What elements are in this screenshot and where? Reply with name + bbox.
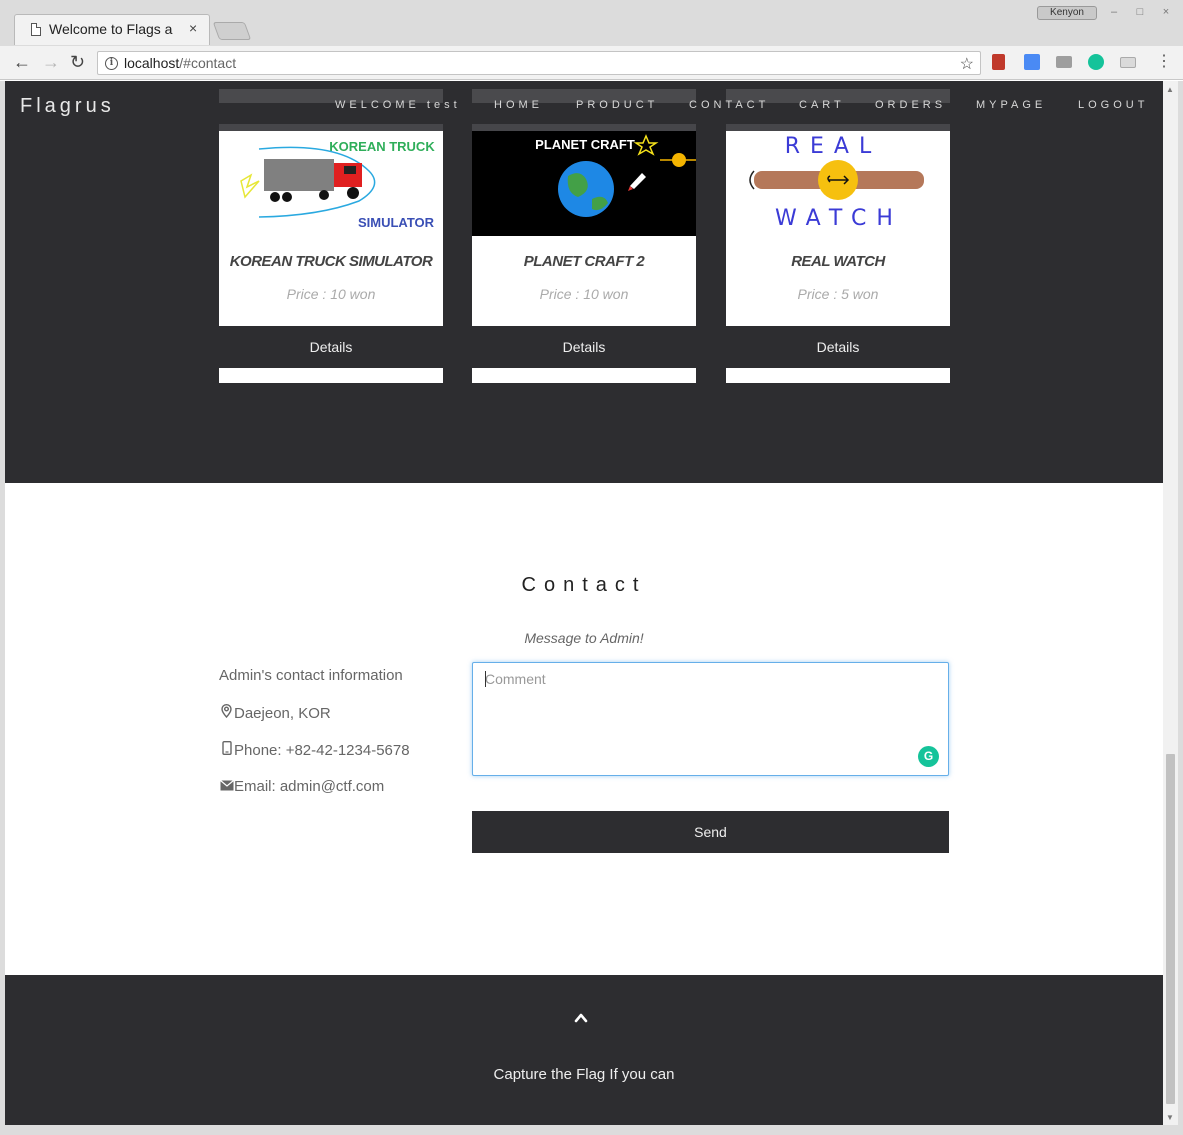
window-border bbox=[0, 1125, 1183, 1135]
brand-logo[interactable]: Flagrus bbox=[20, 95, 115, 118]
products-section: KOREAN TRUCK SIMULATOR KOREAN TRUCK SIMU… bbox=[5, 81, 1163, 483]
product-card: PLANET CRAFT PLANET CRAFT 2 Price : 10 w… bbox=[472, 89, 696, 383]
details-button[interactable]: Details bbox=[472, 326, 696, 368]
truck-image-text-bottom: SIMULATOR bbox=[358, 215, 435, 230]
product-price: Price : 10 won bbox=[286, 286, 376, 302]
document-icon bbox=[31, 23, 41, 36]
top-navbar: Flagrus WELCOME test HOME PRODUCT CONTAC… bbox=[5, 81, 1163, 129]
close-window-icon[interactable]: × bbox=[1157, 6, 1175, 20]
nav-orders[interactable]: ORDERS bbox=[875, 99, 946, 111]
chevron-up-icon[interactable] bbox=[574, 1011, 588, 1025]
product-price: Price : 5 won bbox=[797, 286, 879, 302]
watch-image-text-top: REAL bbox=[785, 134, 882, 159]
map-marker-icon bbox=[219, 703, 234, 721]
truck-image-text-top: KOREAN TRUCK bbox=[329, 139, 435, 154]
scroll-thumb[interactable] bbox=[1166, 754, 1175, 1104]
truck-product-image[interactable]: KOREAN TRUCK SIMULATOR bbox=[219, 131, 443, 236]
address-bar[interactable]: i localhost/#contact ☆ bbox=[97, 51, 981, 75]
planet-image-text: PLANET CRAFT bbox=[535, 137, 635, 152]
translate-extension-icon[interactable] bbox=[1024, 54, 1040, 70]
details-button[interactable]: Details bbox=[726, 326, 950, 368]
cast-extension-icon[interactable] bbox=[1120, 57, 1136, 68]
minimize-icon[interactable]: – bbox=[1105, 6, 1123, 20]
reload-icon[interactable]: ↻ bbox=[70, 52, 85, 72]
product-title: KOREAN TRUCK SIMULATOR bbox=[229, 253, 433, 270]
nav-logout[interactable]: LOGOUT bbox=[1078, 99, 1148, 111]
browser-menu-icon[interactable]: ⋮ bbox=[1156, 52, 1172, 72]
scroll-up-arrow-icon[interactable]: ▲ bbox=[1166, 85, 1174, 94]
watch-product-image[interactable]: REAL WATCH bbox=[726, 131, 950, 236]
nav-product[interactable]: PRODUCT bbox=[576, 99, 658, 111]
nav-cart[interactable]: CART bbox=[799, 99, 845, 111]
info-icon[interactable]: i bbox=[105, 57, 118, 70]
bookmark-extension-icon[interactable] bbox=[992, 54, 1005, 70]
contact-heading: Contact bbox=[521, 574, 647, 596]
page-footer: Capture the Flag If you can bbox=[5, 975, 1163, 1125]
location-line: Daejeon, KOR bbox=[219, 703, 331, 722]
tab-title: Welcome to Flags a bbox=[49, 21, 173, 37]
product-card: KOREAN TRUCK SIMULATOR KOREAN TRUCK SIMU… bbox=[219, 89, 443, 383]
url-path: /#contact bbox=[179, 55, 237, 71]
product-card: REAL WATCH REAL WATCH Price : 5 won Deta… bbox=[726, 89, 950, 383]
browser-tab-strip: Welcome to Flags a × Kenyon – □ × bbox=[0, 0, 1183, 46]
url-host: localhost bbox=[124, 55, 180, 71]
scroll-down-arrow-icon[interactable]: ▼ bbox=[1166, 1113, 1174, 1122]
grammarly-icon[interactable]: G bbox=[918, 746, 939, 767]
back-icon[interactable]: ← bbox=[13, 52, 31, 72]
comment-textarea[interactable]: Comment G bbox=[472, 662, 949, 776]
details-button[interactable]: Details bbox=[219, 326, 443, 368]
browser-tab[interactable]: Welcome to Flags a × bbox=[14, 14, 210, 45]
nav-mypage[interactable]: MYPAGE bbox=[976, 99, 1046, 111]
envelope-icon bbox=[219, 779, 234, 794]
forward-icon[interactable]: → bbox=[42, 52, 60, 72]
comment-placeholder: Comment bbox=[485, 671, 546, 687]
phone-line: Phone: +82-42-1234-5678 bbox=[219, 740, 410, 759]
product-title: REAL WATCH bbox=[791, 253, 885, 270]
email-text: Email: admin@ctf.com bbox=[234, 778, 385, 795]
planet-product-image[interactable]: PLANET CRAFT bbox=[472, 131, 696, 236]
location-text: Daejeon, KOR bbox=[234, 705, 331, 722]
browser-toolbar: ← → ↻ i localhost/#contact ☆ ⋮ bbox=[0, 46, 1183, 80]
page-viewport: KOREAN TRUCK SIMULATOR KOREAN TRUCK SIMU… bbox=[5, 81, 1163, 1125]
phone-text: Phone: +82-42-1234-5678 bbox=[234, 742, 410, 759]
watch-image-text-bottom: WATCH bbox=[775, 206, 903, 231]
profile-badge[interactable]: Kenyon bbox=[1037, 6, 1097, 20]
url-text[interactable]: localhost/#contact bbox=[124, 55, 236, 71]
welcome-text: WELCOME test bbox=[335, 99, 461, 111]
send-button[interactable]: Send bbox=[472, 811, 949, 853]
window-border bbox=[1178, 81, 1183, 1135]
nav-contact[interactable]: CONTACT bbox=[689, 99, 769, 111]
bookmark-star-icon[interactable]: ☆ bbox=[960, 54, 974, 74]
grammarly-extension-icon[interactable] bbox=[1088, 54, 1104, 70]
image-extension-icon[interactable] bbox=[1056, 56, 1072, 68]
new-tab-button[interactable] bbox=[212, 22, 252, 40]
product-title: PLANET CRAFT 2 bbox=[523, 253, 645, 270]
vertical-scrollbar[interactable]: ▲ ▼ bbox=[1163, 81, 1178, 1125]
admin-info-label: Admin's contact information bbox=[219, 667, 403, 684]
email-line: Email: admin@ctf.com bbox=[219, 778, 384, 795]
footer-text: Capture the Flag If you can bbox=[493, 1066, 675, 1083]
contact-subtitle: Message to Admin! bbox=[524, 630, 644, 646]
phone-icon bbox=[219, 740, 234, 758]
tab-close-icon[interactable]: × bbox=[189, 20, 197, 36]
product-price: Price : 10 won bbox=[539, 286, 629, 302]
nav-home[interactable]: HOME bbox=[494, 99, 543, 111]
text-caret bbox=[485, 671, 486, 687]
maximize-icon[interactable]: □ bbox=[1131, 6, 1149, 20]
